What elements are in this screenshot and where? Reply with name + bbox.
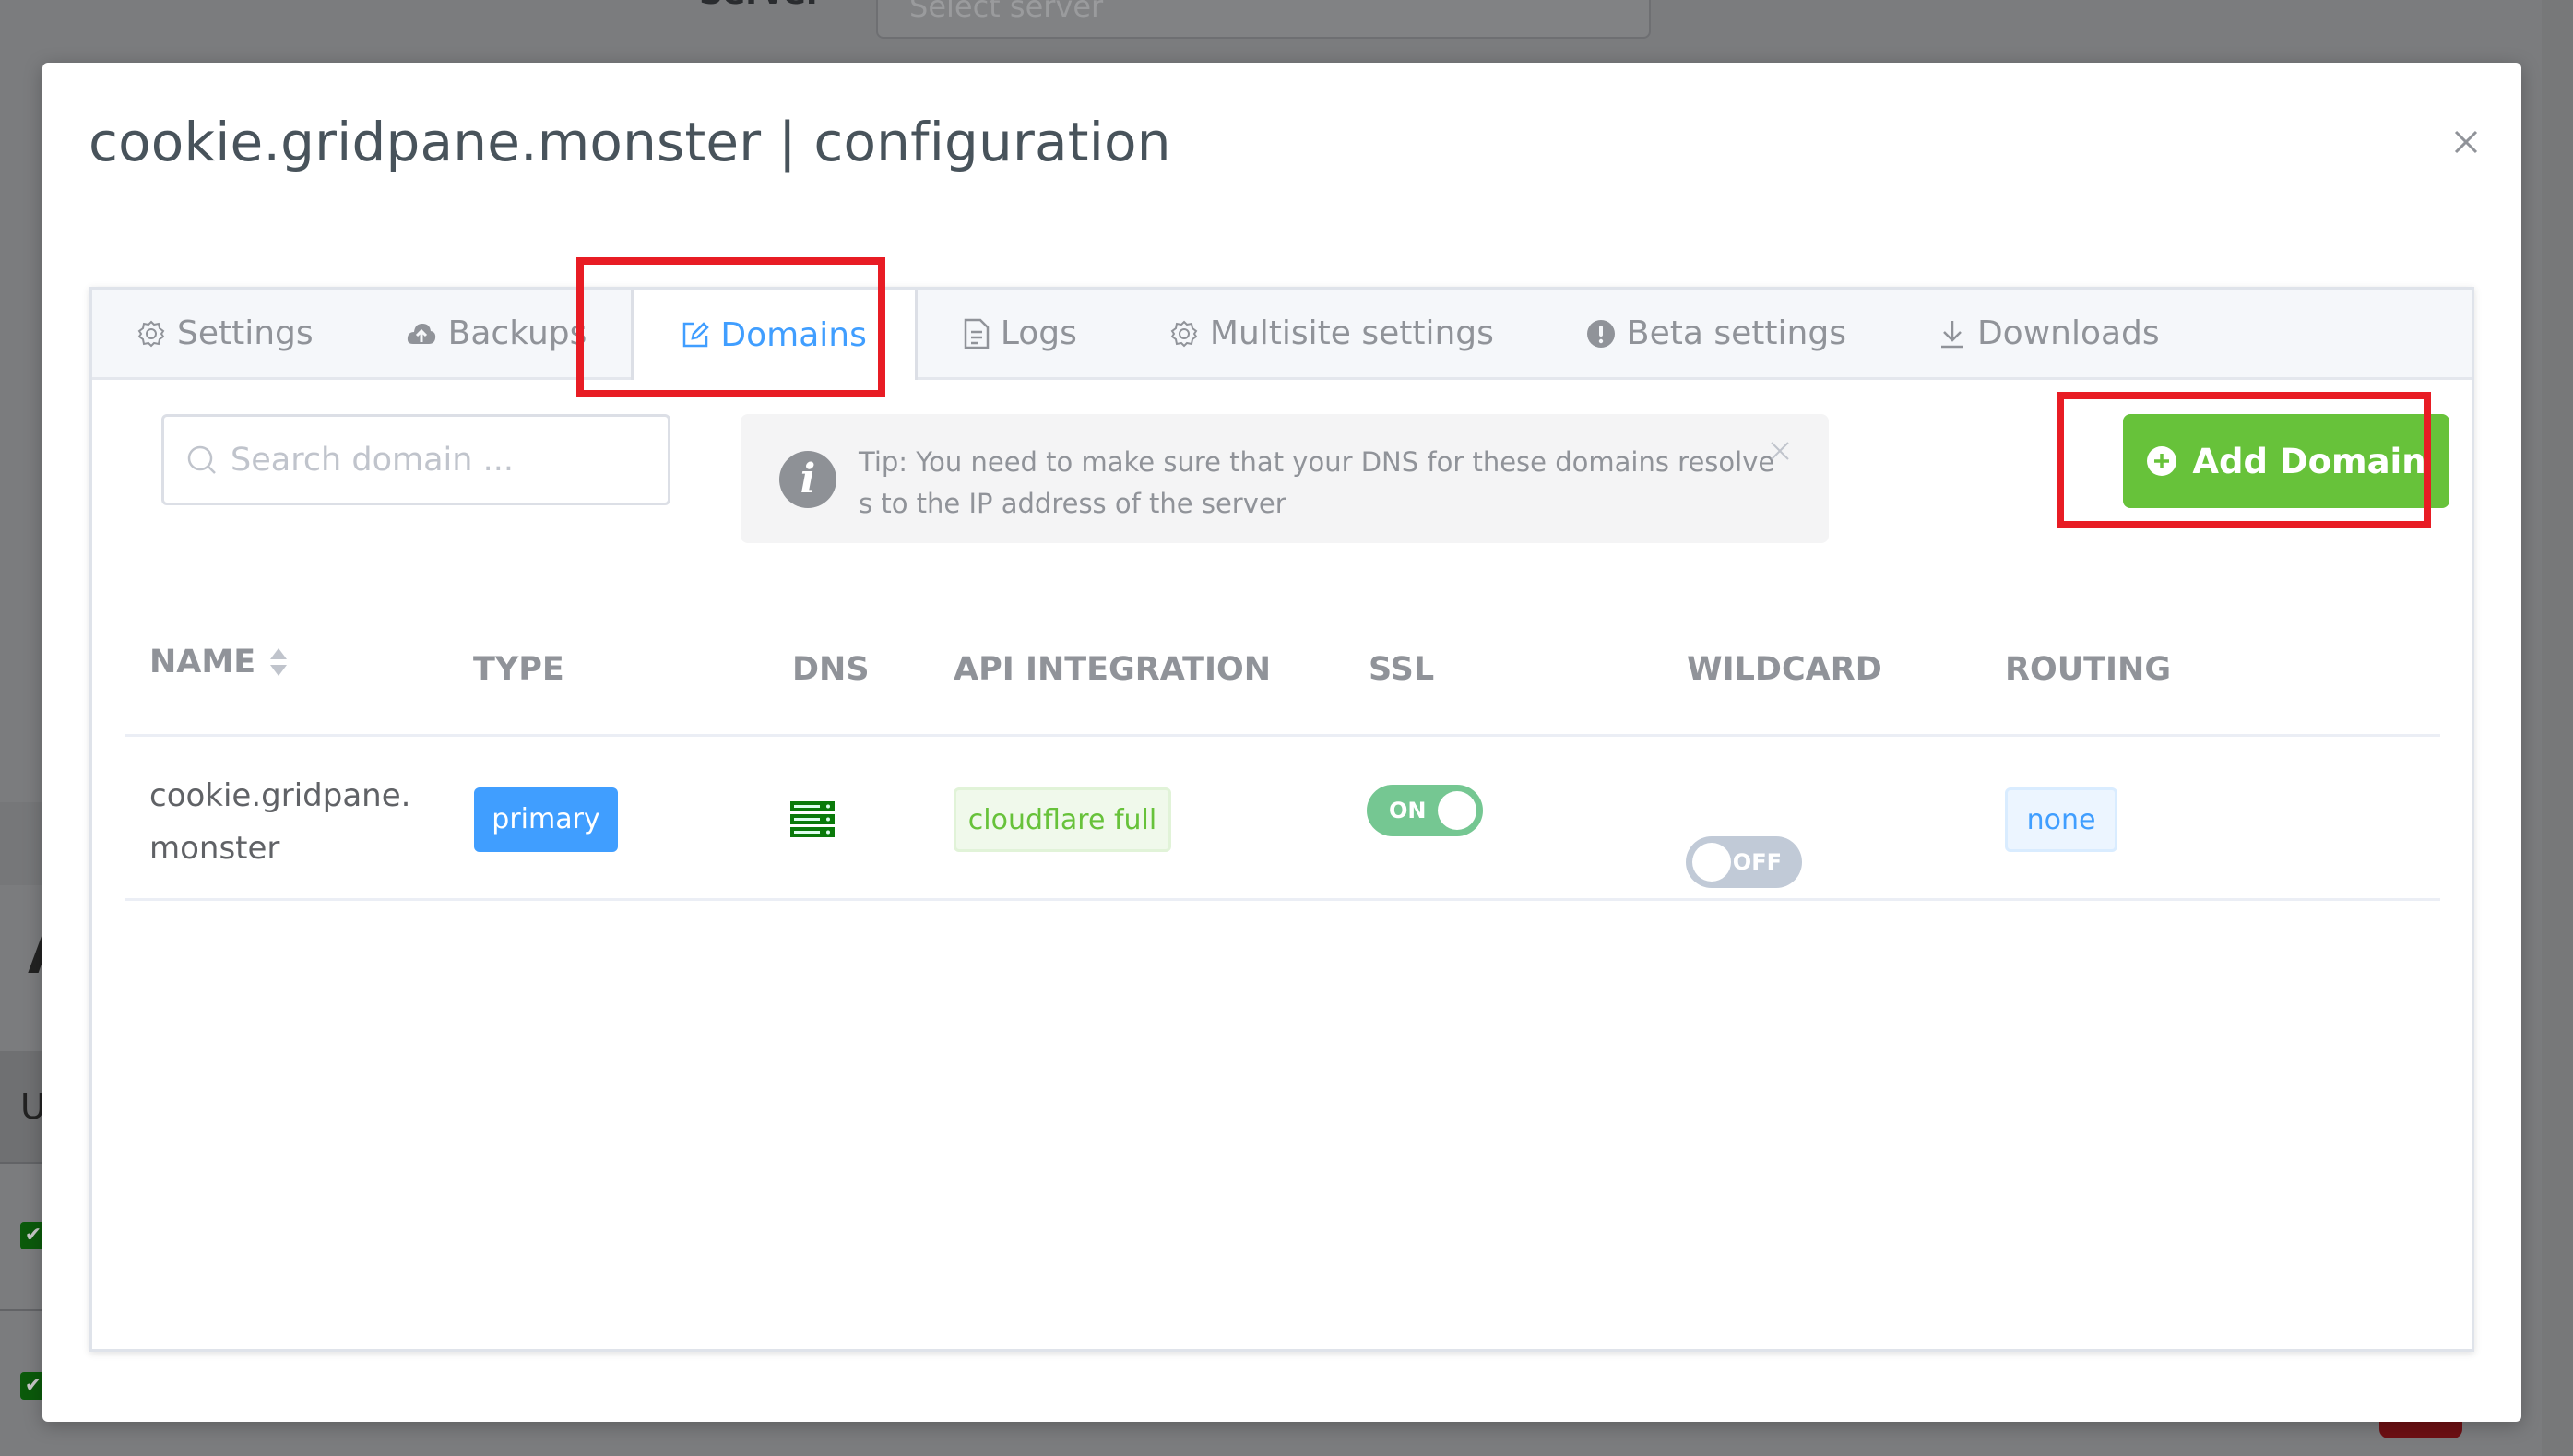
tab-beta-settings[interactable]: Beta settings: [1586, 290, 1846, 377]
column-header-dns: DNS: [792, 651, 870, 688]
tab-label: Backups: [447, 314, 587, 352]
warning-circle-icon: [1586, 319, 1615, 348]
tabs-card: Settings Backups Domains Logs Multisite …: [89, 287, 2474, 1352]
plus-circle-icon: [2147, 446, 2177, 476]
tab-bar: Settings Backups Domains Logs Multisite …: [92, 290, 2472, 380]
server-label: Server: [699, 0, 823, 12]
server-select: Select server: [876, 0, 1651, 39]
close-icon[interactable]: [1769, 440, 1791, 462]
add-domain-button[interactable]: Add Domain: [2123, 414, 2449, 508]
server-icon: [790, 801, 835, 837]
toggle-knob: [1692, 843, 1731, 882]
dns-cell[interactable]: [790, 801, 835, 842]
wildcard-toggle-label: OFF: [1732, 849, 1782, 875]
table-header: NAME TYPE DNS API INTEGRATION SSL WILDCA…: [125, 566, 2440, 737]
wildcard-toggle[interactable]: OFF: [1686, 836, 1802, 888]
gear-icon: [137, 320, 165, 347]
close-icon: [2454, 130, 2478, 154]
edit-icon: [683, 322, 710, 348]
type-tag: primary: [474, 787, 618, 852]
tab-label: Downloads: [1976, 314, 2160, 352]
download-icon: [1940, 320, 1963, 348]
background-divider: [0, 1162, 42, 1164]
routing-tag[interactable]: none: [2005, 787, 2117, 852]
ssl-toggle[interactable]: ON: [1367, 785, 1483, 836]
dns-tip-alert: i Tip: You need to make sure that your D…: [741, 414, 1829, 543]
tab-settings[interactable]: Settings: [136, 290, 314, 377]
tab-logs[interactable]: Logs: [964, 290, 1077, 377]
column-header-type: TYPE: [473, 651, 564, 688]
ssl-toggle-label: ON: [1389, 798, 1427, 823]
tab-label: Multisite settings: [1209, 314, 1494, 352]
tab-label: Logs: [1000, 314, 1077, 352]
domain-name: cookie.gridpane.monster: [149, 777, 411, 867]
table-row: cookie.gridpane.monster primary cloudfla…: [125, 737, 2440, 901]
tab-label: Domains: [720, 315, 867, 354]
search-icon: [187, 445, 216, 474]
column-header-api-integration: API INTEGRATION: [954, 651, 1272, 688]
sort-icon[interactable]: [268, 646, 289, 678]
tab-domains[interactable]: Domains: [631, 290, 918, 380]
tab-downloads[interactable]: Downloads: [1939, 290, 2160, 377]
column-header-ssl: SSL: [1369, 651, 1435, 688]
search-domain-input[interactable]: [231, 441, 655, 479]
tab-backups[interactable]: Backups: [406, 290, 587, 377]
domains-table: NAME TYPE DNS API INTEGRATION SSL WILDCA…: [125, 566, 2440, 901]
gear-icon: [1170, 320, 1198, 347]
column-header-wildcard: WILDCARD: [1687, 651, 1882, 688]
tab-label: Beta settings: [1626, 314, 1846, 352]
tip-text: Tip: You need to make sure that your DNS…: [859, 446, 1775, 519]
close-button[interactable]: [2440, 116, 2492, 168]
tab-label: Settings: [177, 314, 314, 352]
column-header-routing: ROUTING: [2005, 651, 2172, 688]
add-domain-label: Add Domain: [2192, 441, 2426, 481]
toggle-knob: [1438, 791, 1476, 830]
info-icon: i: [779, 451, 836, 508]
modal-title: cookie.gridpane.monster | configuration: [89, 111, 1171, 173]
api-integration-tag: cloudflare full: [954, 787, 1171, 852]
background-scroll-strip: [2542, 0, 2573, 1456]
cloud-upload-icon: [407, 323, 435, 344]
background-divider: [0, 1309, 42, 1311]
document-icon: [964, 318, 990, 349]
background-band: [0, 802, 42, 885]
configuration-modal: cookie.gridpane.monster | configuration …: [42, 63, 2521, 1422]
search-domain-field[interactable]: [161, 414, 670, 505]
tab-multisite-settings[interactable]: Multisite settings: [1169, 290, 1494, 377]
column-header-name[interactable]: NAME: [149, 644, 289, 681]
